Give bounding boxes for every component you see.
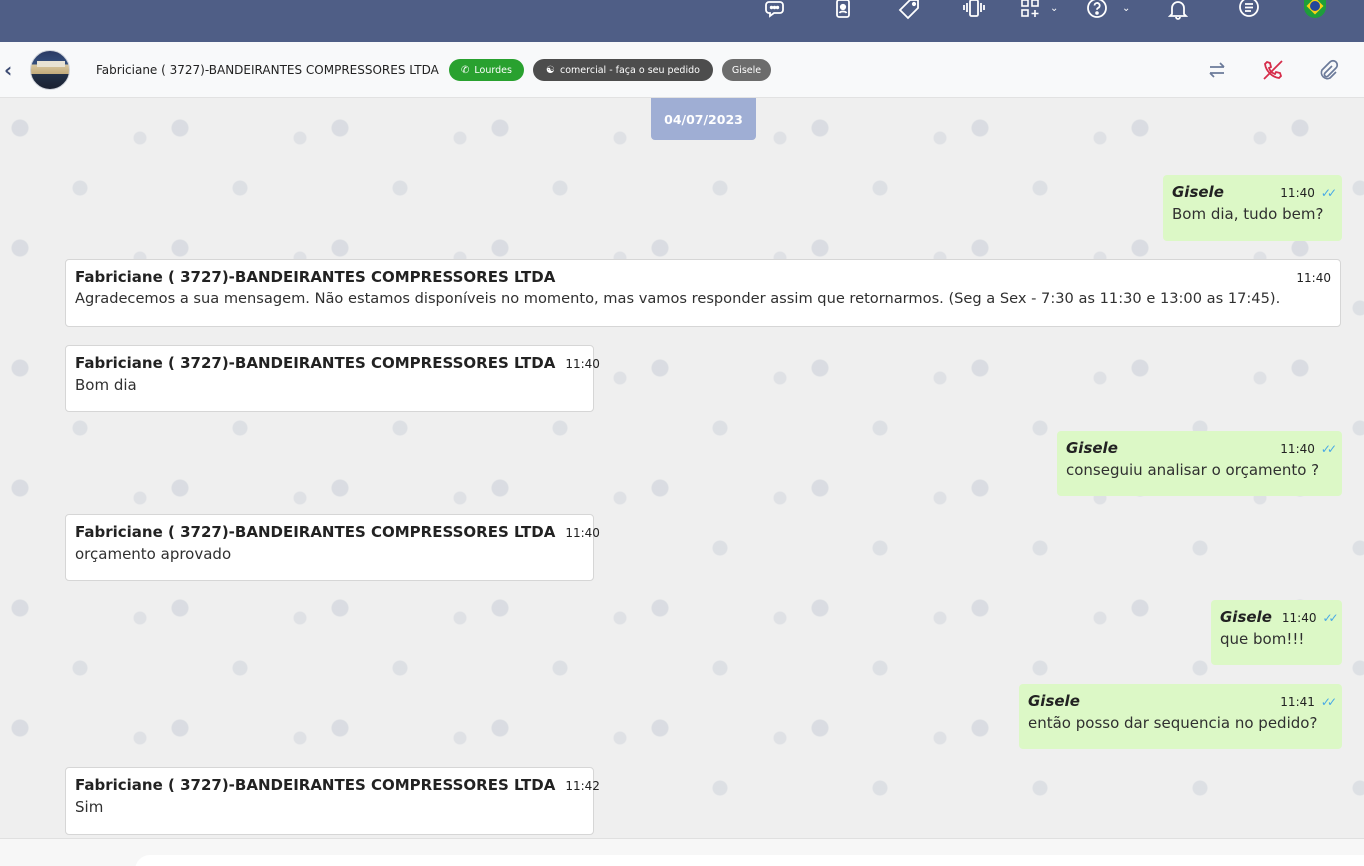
tag-icon[interactable] [896,0,922,20]
message-bubble-incoming[interactable]: Fabriciane ( 3727)-BANDEIRANTES COMPRESS… [65,259,1341,327]
bell-icon[interactable] [1165,0,1191,20]
help-icon[interactable] [1084,0,1110,20]
date-separator: 04/07/2023 [651,98,756,140]
message-text: conseguiu analisar o orçamento ? [1066,461,1320,479]
message-text: orçamento aprovado [75,545,232,563]
contact-card-icon[interactable] [830,0,856,20]
message-bubble-incoming[interactable]: Fabriciane ( 3727)-BANDEIRANTES COMPRESS… [65,514,600,581]
end-call-button[interactable] [1261,58,1285,82]
message-sender: Gisele [1172,183,1224,201]
message-bubble-incoming[interactable]: Fabriciane ( 3727)-BANDEIRANTES COMPRESS… [65,767,600,835]
chat-header: ‹ Fabriciane ( 3727)-BANDEIRANTES COMPRE… [0,42,1364,98]
message-time: 11:40 [1280,442,1315,456]
apps-add-icon[interactable] [1018,0,1044,20]
message-time: 11:40 [1280,186,1315,200]
message-text: Bom dia, tudo bem? [1172,205,1324,223]
message-time: 11:41 [1280,695,1315,709]
apps-caret-icon[interactable]: ⌄ [1050,3,1058,14]
avatar[interactable] [30,50,70,90]
phone-vibrate-icon[interactable] [961,0,987,20]
message-sender: Fabriciane ( 3727)-BANDEIRANTES COMPRESS… [75,523,556,541]
transfer-button[interactable] [1205,58,1229,82]
message-sender: Gisele [1220,608,1272,626]
message-time: 11:40 [565,526,600,540]
message-sender: Gisele [1066,439,1118,457]
back-button[interactable]: ‹ [4,60,20,80]
message-sender: Fabriciane ( 3727)-BANDEIRANTES COMPRESS… [75,776,556,794]
message-bubble-outgoing[interactable]: Gisele 11:40 ✓✓ que bom!!! [1211,600,1342,665]
message-sender: Fabriciane ( 3727)-BANDEIRANTES COMPRESS… [75,354,556,372]
message-time: 11:40 [1281,611,1317,625]
queue-tag-label: comercial - faça o seu pedido [560,64,700,76]
message-time: 11:42 [565,779,600,793]
top-app-bar: ⌄ ⌄ [0,0,1364,42]
composer-area [0,838,1364,866]
double-check-icon: ✓✓ [1320,695,1337,709]
attach-button[interactable] [1316,58,1340,82]
connection-tag: ✆ Lourdes [449,59,524,81]
chat-bubbles-icon[interactable] [763,0,789,20]
whatsapp-icon: ✆ [461,64,470,76]
connection-tag-label: Lourdes [474,64,512,76]
sitemap-icon: ☯ [546,64,556,76]
message-text: Bom dia [75,376,137,394]
user-tag-label: Gisele [731,64,762,76]
messages-area[interactable]: 04/07/2023 Gisele 11:40 ✓✓ Bom dia, tudo … [0,98,1364,838]
double-check-icon: ✓✓ [1320,186,1337,200]
message-bubble-outgoing[interactable]: Gisele 11:41 ✓✓ então posso dar sequencia… [1019,684,1342,749]
message-time: 11:40 [1296,271,1331,285]
message-text: Agradecemos a sua mensagem. Não estamos … [75,290,1281,307]
double-check-icon: ✓✓ [1322,611,1338,625]
message-text: então posso dar sequencia no pedido? [1028,714,1318,732]
user-tag: Gisele [722,59,771,81]
message-sender: Gisele [1028,692,1080,710]
message-sender: Fabriciane ( 3727)-BANDEIRANTES COMPRESS… [75,268,556,286]
message-text: que bom!!! [1220,630,1305,648]
message-input[interactable] [135,855,1364,866]
help-caret-icon[interactable]: ⌄ [1122,3,1130,14]
message-bubble-outgoing[interactable]: Gisele 11:40 ✓✓ Bom dia, tudo bem? [1163,175,1342,241]
message-bubble-incoming[interactable]: Fabriciane ( 3727)-BANDEIRANTES COMPRESS… [65,345,600,412]
message-bubble-outgoing[interactable]: Gisele 11:40 ✓✓ conseguiu analisar o orça… [1057,431,1342,496]
paperclip-icon [1320,59,1339,80]
list-icon[interactable] [1236,0,1262,20]
contact-name[interactable]: Fabriciane ( 3727)-BANDEIRANTES COMPRESS… [96,63,439,77]
message-time: 11:40 [565,357,600,371]
transfer-arrows-icon [1209,62,1225,78]
message-text: Sim [75,798,104,816]
brazil-flag-icon[interactable] [1304,0,1326,18]
queue-tag: ☯ comercial - faça o seu pedido [533,59,713,81]
double-check-icon: ✓✓ [1320,442,1337,456]
phone-off-icon [1263,60,1283,80]
